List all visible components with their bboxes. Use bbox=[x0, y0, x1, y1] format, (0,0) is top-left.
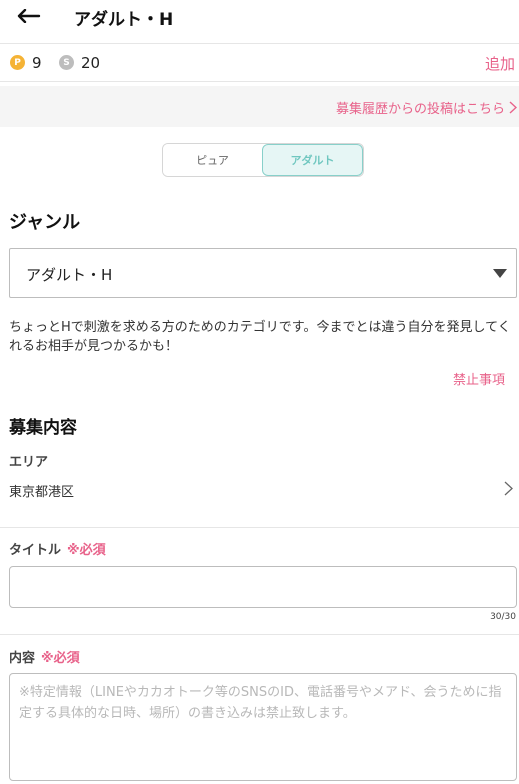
header-bar: アダルト・H bbox=[0, 0, 519, 44]
content-textarea[interactable] bbox=[9, 673, 517, 781]
area-value: 東京都港区 bbox=[9, 485, 75, 500]
history-post-link[interactable]: 募集履歴からの投稿はこちら bbox=[336, 98, 517, 117]
area-label: エリア bbox=[9, 455, 49, 470]
point-coin-icon: P bbox=[10, 55, 25, 70]
required-mark: ※必須 bbox=[67, 543, 106, 558]
title-label-text: タイトル bbox=[9, 543, 62, 558]
service-point-icon: S bbox=[59, 55, 74, 70]
divider bbox=[0, 527, 519, 528]
recruit-heading: 募集内容 bbox=[9, 418, 77, 438]
genre-select[interactable]: アダルト・H bbox=[9, 248, 517, 298]
prohibited-items-link[interactable]: 禁止事項 bbox=[453, 369, 505, 388]
required-mark: ※必須 bbox=[41, 651, 80, 666]
title-label: タイトル ※必須 bbox=[9, 539, 106, 558]
chevron-right-icon bbox=[509, 101, 517, 114]
genre-select-value: アダルト・H bbox=[26, 266, 113, 284]
genre-heading: ジャンル bbox=[9, 212, 81, 233]
page-title: アダルト・H bbox=[74, 10, 174, 30]
back-arrow-icon[interactable] bbox=[14, 2, 44, 30]
chevron-right-icon bbox=[504, 481, 513, 496]
tab-adult[interactable]: アダルト bbox=[262, 144, 363, 176]
points-bar: P 9 S 20 追加 bbox=[0, 44, 519, 82]
divider bbox=[0, 634, 519, 635]
content-label: 内容 ※必須 bbox=[9, 647, 80, 666]
title-input[interactable] bbox=[9, 566, 517, 608]
area-selector[interactable]: 東京都港区 bbox=[0, 470, 519, 510]
caret-down-icon bbox=[493, 269, 507, 278]
point-count: 9 bbox=[32, 54, 42, 72]
content-label-text: 内容 bbox=[9, 651, 36, 666]
service-point-count: 20 bbox=[81, 54, 101, 72]
history-banner: 募集履歴からの投稿はこちら bbox=[0, 86, 519, 127]
add-points-link[interactable]: 追加 bbox=[485, 53, 515, 74]
category-segment: ピュア アダルト bbox=[162, 143, 364, 177]
history-post-link-label: 募集履歴からの投稿はこちら bbox=[335, 102, 505, 117]
title-char-counter: 30/30 bbox=[490, 612, 516, 622]
genre-description: ちょっとHで刺激を求める方のためのカテゴリです。今までとは違う自分を発見してくれ… bbox=[9, 320, 511, 354]
tab-pure[interactable]: ピュア bbox=[163, 144, 262, 176]
